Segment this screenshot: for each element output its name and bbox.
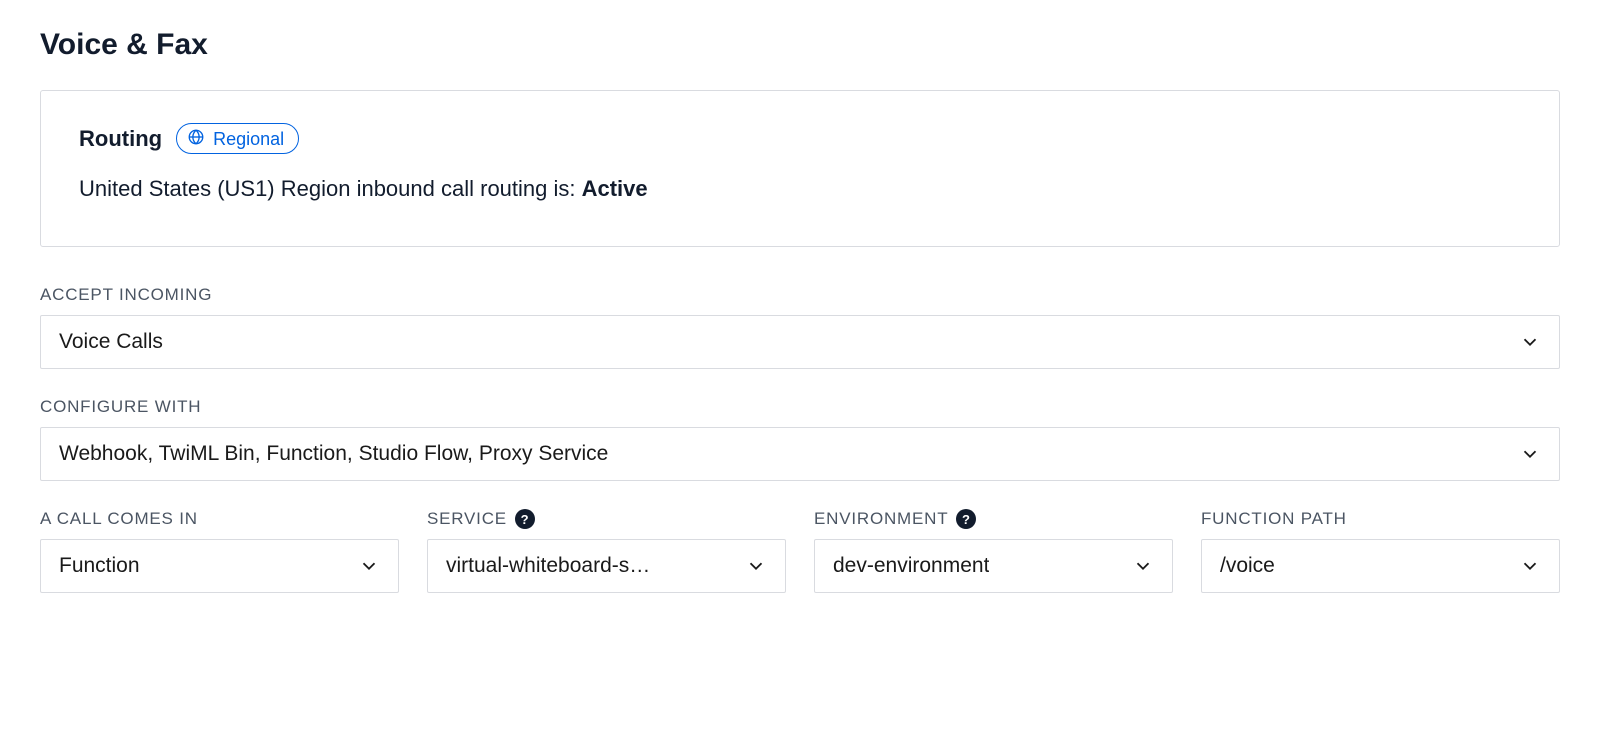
routing-card: Routing Regional United States (US1) Reg… — [40, 90, 1560, 247]
routing-status-value: Active — [582, 176, 648, 201]
call-comes-in-field: A CALL COMES IN Function — [40, 509, 399, 593]
environment-value: dev-environment — [833, 554, 989, 578]
chevron-down-icon — [745, 555, 767, 577]
chevron-down-icon — [358, 555, 380, 577]
help-icon[interactable]: ? — [956, 509, 976, 529]
function-path-select[interactable]: /voice — [1201, 539, 1560, 593]
accept-incoming-select[interactable]: Voice Calls — [40, 315, 1560, 369]
environment-field: ENVIRONMENT ? dev-environment — [814, 509, 1173, 593]
regional-chip-label: Regional — [213, 130, 284, 148]
call-comes-in-select[interactable]: Function — [40, 539, 399, 593]
call-comes-in-label: A CALL COMES IN — [40, 509, 399, 529]
chevron-down-icon — [1519, 331, 1541, 353]
configure-with-select[interactable]: Webhook, TwiML Bin, Function, Studio Flo… — [40, 427, 1560, 481]
function-path-value: /voice — [1220, 554, 1275, 578]
service-select[interactable]: virtual-whiteboard-s… — [427, 539, 786, 593]
accept-incoming-field: ACCEPT INCOMING Voice Calls — [40, 285, 1560, 369]
environment-select[interactable]: dev-environment — [814, 539, 1173, 593]
configure-with-label: CONFIGURE WITH — [40, 397, 1560, 417]
routing-header: Routing Regional — [79, 123, 1521, 154]
chevron-down-icon — [1132, 555, 1154, 577]
function-path-label: FUNCTION PATH — [1201, 509, 1560, 529]
routing-title: Routing — [79, 126, 162, 152]
configure-with-field: CONFIGURE WITH Webhook, TwiML Bin, Funct… — [40, 397, 1560, 481]
service-value: virtual-whiteboard-s… — [446, 554, 650, 578]
accept-incoming-label: ACCEPT INCOMING — [40, 285, 1560, 305]
regional-chip[interactable]: Regional — [176, 123, 299, 154]
environment-label: ENVIRONMENT — [814, 509, 948, 529]
chevron-down-icon — [1519, 555, 1541, 577]
function-path-field: FUNCTION PATH /voice — [1201, 509, 1560, 593]
chevron-down-icon — [1519, 443, 1541, 465]
service-field: SERVICE ? virtual-whiteboard-s… — [427, 509, 786, 593]
configure-with-value: Webhook, TwiML Bin, Function, Studio Flo… — [59, 442, 608, 466]
globe-icon — [187, 128, 205, 149]
help-icon[interactable]: ? — [515, 509, 535, 529]
accept-incoming-value: Voice Calls — [59, 330, 163, 354]
service-label: SERVICE — [427, 509, 507, 529]
call-comes-in-value: Function — [59, 554, 140, 578]
routing-status-prefix: United States (US1) Region inbound call … — [79, 176, 582, 201]
section-title: Voice & Fax — [40, 28, 1560, 62]
routing-status: United States (US1) Region inbound call … — [79, 176, 1521, 202]
